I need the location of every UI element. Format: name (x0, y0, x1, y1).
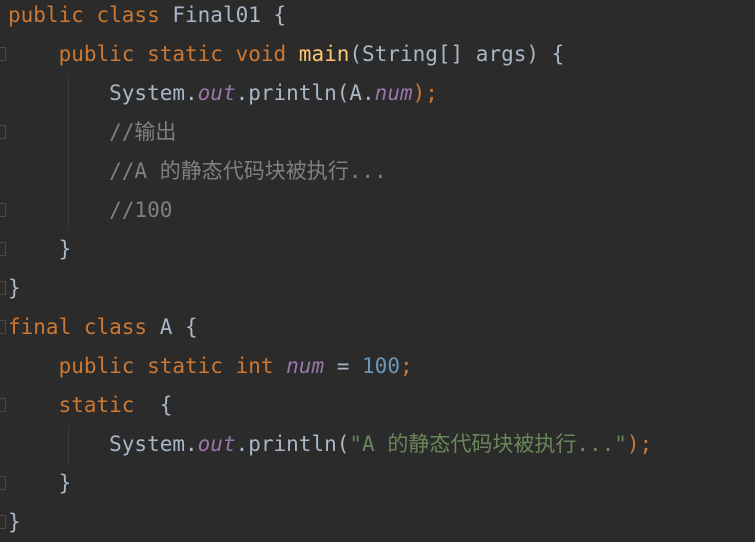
code-token: A { (159, 315, 198, 339)
code-line: //输出 (8, 113, 176, 152)
code-token: //100 (8, 198, 173, 222)
fold-marker-icon[interactable] (0, 320, 6, 334)
fold-marker-icon[interactable] (0, 125, 6, 139)
code-token: //A 的静态代码块被执行... (8, 159, 387, 183)
fold-marker-icon[interactable] (0, 476, 6, 490)
code-token: } (8, 471, 72, 495)
code-token: public class (8, 3, 173, 27)
code-line: //100 (8, 191, 172, 230)
code-token: } (8, 510, 21, 534)
code-token: ; (399, 354, 413, 378)
code-line: } (8, 503, 21, 542)
code-token: ); (412, 81, 438, 105)
code-line: public class Final01 { (8, 0, 286, 35)
code-token: { (159, 393, 173, 417)
code-token: (String[] args) { (349, 42, 565, 66)
code-line: final class A { (8, 308, 198, 347)
code-token: public static int (8, 354, 287, 378)
code-token: System. (8, 81, 198, 105)
code-token: num (374, 81, 413, 105)
code-token: } (8, 276, 21, 300)
fold-marker-icon[interactable] (0, 515, 6, 529)
code-line: } (8, 230, 72, 269)
code-token: final class (8, 315, 160, 339)
code-token: "A 的静态代码块被执行..." (349, 432, 627, 456)
code-token: 100 (362, 354, 400, 378)
code-token: static (8, 393, 160, 417)
code-token: num (286, 354, 325, 378)
fold-marker-icon[interactable] (0, 398, 6, 412)
code-token: Final01 { (172, 3, 287, 27)
code-token: main (298, 42, 350, 66)
code-line: } (8, 269, 21, 308)
code-token: System. (8, 432, 198, 456)
code-token: } (8, 237, 72, 261)
code-token: .println(A. (235, 81, 375, 105)
code-token: ); (626, 432, 653, 456)
code-line: static { (8, 386, 173, 425)
code-token: out (197, 81, 236, 105)
code-editor[interactable]: public class Final01 { public static voi… (0, 0, 755, 542)
code-token: = (324, 354, 363, 378)
code-line: System.out.println(A.num); (8, 74, 438, 113)
code-line: } (8, 464, 72, 503)
fold-marker-icon[interactable] (0, 281, 6, 295)
code-line: public static void main(String[] args) { (8, 35, 565, 74)
code-token: //输出 (8, 120, 177, 144)
code-line: //A 的静态代码块被执行... (8, 152, 387, 191)
fold-marker-icon[interactable] (0, 203, 6, 217)
code-token: public static void (8, 42, 299, 66)
code-token: out (197, 432, 236, 456)
code-line: System.out.println("A 的静态代码块被执行..."); (8, 425, 652, 464)
fold-marker-icon[interactable] (0, 47, 6, 61)
code-line: public static int num = 100; (8, 347, 413, 386)
fold-marker-icon[interactable] (0, 242, 6, 256)
code-token: .println( (235, 432, 350, 456)
